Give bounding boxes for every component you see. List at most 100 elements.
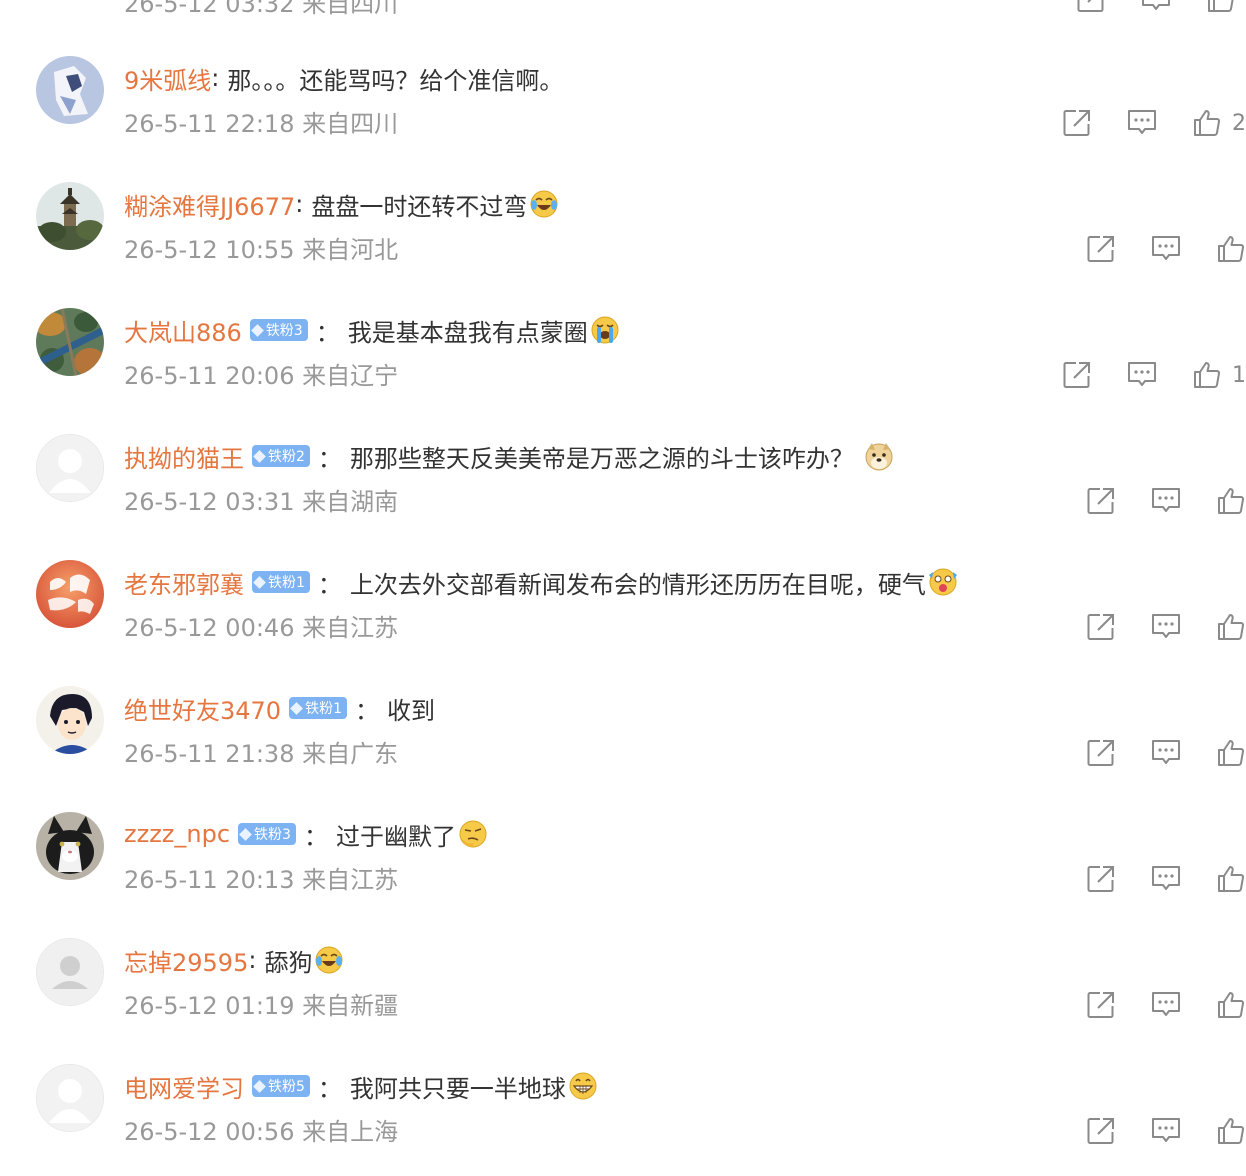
username-link[interactable]: 大岚山886 <box>124 313 242 348</box>
share-button[interactable] <box>1086 862 1116 896</box>
colon: : <box>211 64 220 92</box>
reply-button[interactable] <box>1150 988 1182 1022</box>
thumbs-up-icon <box>1216 864 1246 894</box>
fan-badge[interactable]: 铁粉3 <box>249 319 308 341</box>
share-button[interactable] <box>1086 484 1116 518</box>
comment-list: 9米弧线 : 那。。。还能骂吗？给个准信啊。 26-5-11 22:18 来自四… <box>0 42 1246 1176</box>
reply-button[interactable] <box>1150 484 1182 518</box>
share-button[interactable] <box>1086 1114 1116 1148</box>
thumbs-up-icon <box>1216 234 1246 264</box>
badge-label: 铁粉1 <box>268 575 305 591</box>
comment-body: 忘掉29595 : 舔狗 <box>124 942 344 978</box>
username-link[interactable]: 9米弧线 <box>124 61 211 96</box>
username-link[interactable]: 糊涂难得JJ6677 <box>124 187 295 222</box>
reply-button[interactable] <box>1140 0 1172 16</box>
comment-text: 那那些整天反美美帝是万恶之源的斗士该咋办？ <box>349 444 854 473</box>
share-button[interactable] <box>1062 358 1092 392</box>
comment-icon <box>1150 486 1182 516</box>
colon: ： <box>317 1074 342 1103</box>
laugh-cry-emoji <box>315 946 343 974</box>
diamond-icon <box>250 323 264 337</box>
like-count: 2 <box>1232 110 1246 136</box>
avatar[interactable] <box>36 812 104 880</box>
thumbs-up-icon <box>1216 612 1246 642</box>
comment-icon <box>1140 0 1172 14</box>
comment-actions <box>1086 610 1246 644</box>
diamond-icon <box>253 1079 266 1093</box>
like-button[interactable] <box>1206 0 1236 16</box>
reply-button[interactable] <box>1150 1114 1182 1148</box>
comment-icon <box>1150 234 1182 264</box>
fan-badge[interactable]: 铁粉3 <box>238 823 296 845</box>
avatar[interactable] <box>36 434 104 502</box>
comment-text: 盘盘一时还转不过弯 <box>311 192 528 221</box>
like-button[interactable] <box>1216 862 1246 896</box>
share-icon <box>1086 990 1116 1020</box>
username-link[interactable]: 执拗的猫王 <box>124 439 244 474</box>
like-button[interactable] <box>1216 610 1246 644</box>
comment-icon <box>1150 612 1182 642</box>
reply-button[interactable] <box>1150 232 1182 266</box>
comment-actions: 1 <box>1062 358 1246 392</box>
share-button[interactable] <box>1076 0 1106 16</box>
comment-actions: 2 <box>1062 106 1246 140</box>
reply-button[interactable] <box>1126 106 1158 140</box>
avatar[interactable] <box>36 182 104 250</box>
username-link[interactable]: 电网爱学习 <box>124 1069 244 1104</box>
share-button[interactable] <box>1086 232 1116 266</box>
comment-meta: 26-5-12 03:31 来自湖南 <box>124 488 399 516</box>
comment-meta: 26-5-11 20:06 来自辽宁 <box>124 362 399 390</box>
avatar[interactable] <box>36 686 104 754</box>
reply-button[interactable] <box>1150 862 1182 896</box>
thumbs-up-icon <box>1216 486 1246 516</box>
username-link[interactable]: 绝世好友3470 <box>124 691 281 726</box>
comment-text: 上次去外交部看新闻发布会的情形还历历在目呢，硬气 <box>349 570 926 599</box>
share-button[interactable] <box>1086 610 1116 644</box>
comment-text: 我阿共只要一半地球 <box>349 1074 566 1103</box>
comment-body: 绝世好友3470 铁粉1 ： 收到 <box>124 690 435 726</box>
like-button[interactable] <box>1216 988 1246 1022</box>
comment-icon <box>1150 864 1182 894</box>
comment-body: 大岚山886 铁粉3 ： 我是基本盘我有点蒙圈 <box>124 312 620 348</box>
like-button[interactable] <box>1216 736 1246 770</box>
share-button[interactable] <box>1086 988 1116 1022</box>
like-button[interactable] <box>1216 232 1246 266</box>
like-button[interactable]: 2 <box>1192 106 1246 140</box>
like-button[interactable] <box>1216 1114 1246 1148</box>
share-icon <box>1086 1116 1116 1146</box>
like-count: 1 <box>1232 362 1246 388</box>
comment-item: 电网爱学习 铁粉5 ： 我阿共只要一半地球 26-5-12 00:56 来自上海 <box>0 1050 1246 1176</box>
reply-button[interactable] <box>1150 610 1182 644</box>
badge-label: 铁粉5 <box>268 1079 305 1095</box>
fan-badge[interactable]: 铁粉2 <box>252 445 310 467</box>
username-link[interactable]: zzzz_npc <box>124 820 230 848</box>
diamond-icon <box>239 827 252 841</box>
avatar[interactable] <box>36 56 104 124</box>
fan-badge[interactable]: 铁粉1 <box>289 697 347 719</box>
like-button[interactable]: 1 <box>1192 358 1246 392</box>
avatar[interactable] <box>36 938 104 1006</box>
like-button[interactable] <box>1216 484 1246 518</box>
comment-text: 收到 <box>387 696 435 725</box>
share-button[interactable] <box>1086 736 1116 770</box>
share-icon <box>1086 738 1116 768</box>
comment-body: 电网爱学习 铁粉5 ： 我阿共只要一半地球 <box>124 1068 598 1104</box>
share-button[interactable] <box>1062 106 1092 140</box>
username-link[interactable]: 忘掉29595 <box>124 943 248 978</box>
avatar[interactable] <box>36 308 104 376</box>
username-link[interactable]: 老东邪郭襄 <box>124 565 244 600</box>
thumbs-up-icon <box>1216 990 1246 1020</box>
comment-item: 绝世好友3470 铁粉1 ： 收到 26-5-11 21:38 来自广东 <box>0 672 1246 798</box>
colon: ： <box>303 822 328 851</box>
fan-badge[interactable]: 铁粉1 <box>252 571 310 593</box>
colon: ： <box>317 444 342 473</box>
reply-button[interactable] <box>1126 358 1158 392</box>
avatar[interactable] <box>36 560 104 628</box>
comment-body: 执拗的猫王 铁粉2 ： 那那些整天反美美帝是万恶之源的斗士该咋办？ <box>124 438 894 474</box>
colon: ： <box>317 570 342 599</box>
comment-meta: 26-5-11 21:38 来自广东 <box>124 740 399 768</box>
thumbs-up-icon <box>1192 108 1222 138</box>
fan-badge[interactable]: 铁粉5 <box>252 1075 310 1097</box>
reply-button[interactable] <box>1150 736 1182 770</box>
avatar[interactable] <box>36 1064 104 1132</box>
